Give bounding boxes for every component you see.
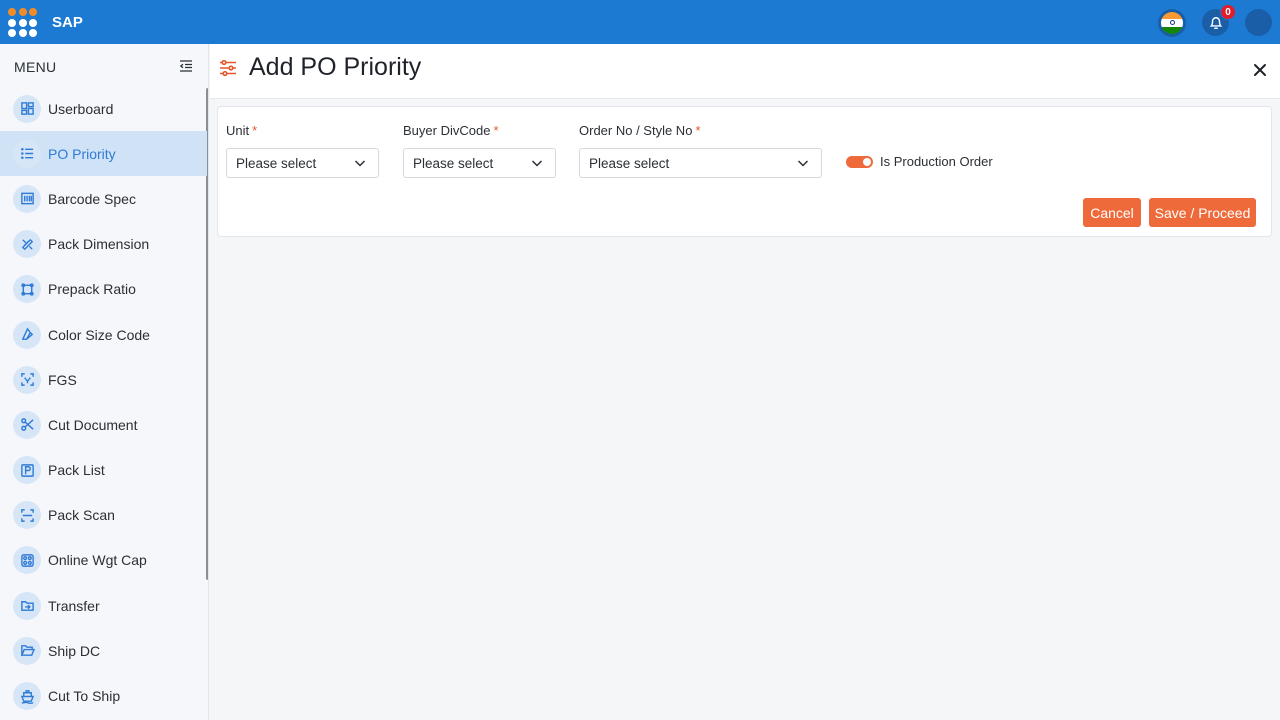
required-mark: * xyxy=(695,123,701,138)
sidebar-item-pack-dimension[interactable]: Pack Dimension xyxy=(0,222,207,267)
bell-icon xyxy=(1209,16,1222,29)
buyer-divcode-select-value: Please select xyxy=(413,155,494,171)
sidebar-item-pack-list[interactable]: Pack List xyxy=(0,448,207,493)
sidebar-item-color-size-code[interactable]: Color Size Code xyxy=(0,312,207,357)
close-icon xyxy=(1254,64,1266,76)
required-mark: * xyxy=(252,123,258,138)
production-order-toggle-group: Is Production Order xyxy=(846,154,993,169)
unit-select[interactable]: Please select xyxy=(226,148,379,178)
dashboard-icon xyxy=(13,94,41,123)
list-icon xyxy=(13,139,41,168)
sidebar-item-prepack-ratio[interactable]: Prepack Ratio xyxy=(0,267,207,312)
production-order-label: Is Production Order xyxy=(880,154,993,169)
scissors-icon xyxy=(13,410,41,439)
sidebar-item-label: Pack List xyxy=(48,462,105,479)
scan-icon xyxy=(13,365,41,394)
user-avatar[interactable] xyxy=(1245,9,1272,36)
chevron-down-icon xyxy=(797,160,809,167)
sidebar-item-label: Cut Document xyxy=(48,416,138,433)
sidebar-item-userboard[interactable]: Userboard xyxy=(0,86,207,131)
sidebar-item-label: Ship DC xyxy=(48,642,101,659)
sidebar-item-label: FGS xyxy=(48,371,77,388)
buyer-divcode-select[interactable]: Please select xyxy=(403,148,556,178)
sidebar-item-label: Barcode Spec xyxy=(48,190,136,207)
unit-label: Unit xyxy=(226,123,250,138)
required-mark: * xyxy=(493,123,499,138)
parking-icon xyxy=(13,456,41,485)
barcode-icon xyxy=(13,184,41,213)
order-style-select[interactable]: Please select xyxy=(579,148,822,178)
order-style-select-value: Please select xyxy=(589,155,670,171)
sliders-icon xyxy=(220,59,236,77)
ship-icon xyxy=(13,682,41,711)
sidebar-item-label: PO Priority xyxy=(48,145,116,162)
chevron-down-icon xyxy=(354,160,366,167)
sidebar-item-pack-scan[interactable]: Pack Scan xyxy=(0,493,207,538)
sidebar-nav: Userboard PO Priority Barcode Spec Pack … xyxy=(0,86,207,719)
po-priority-form: Unit * Please select Buyer DivCode * Pleas… xyxy=(217,106,1272,237)
app-launcher-icon[interactable] xyxy=(8,8,37,37)
unit-field: Unit * Please select xyxy=(226,123,379,178)
frame-icon xyxy=(13,275,41,304)
language-flag-icon[interactable] xyxy=(1158,9,1186,37)
sidebar-item-cut-to-ship[interactable]: Cut To Ship xyxy=(0,673,207,718)
sidebar-item-label: Online Wgt Cap xyxy=(48,552,147,569)
buyer-divcode-label: Buyer DivCode xyxy=(403,123,491,138)
weight-icon xyxy=(13,546,41,575)
sidebar-item-label: Transfer xyxy=(48,597,100,614)
sidebar-item-fgs[interactable]: FGS xyxy=(0,357,207,402)
page-header: Add PO Priority xyxy=(210,44,1280,99)
sidebar-item-label: Userboard xyxy=(48,100,114,117)
palette-icon xyxy=(13,320,41,349)
buyer-divcode-field: Buyer DivCode * Please select xyxy=(403,123,556,178)
close-button[interactable] xyxy=(1250,60,1270,80)
collapse-menu-icon[interactable] xyxy=(178,58,194,74)
sidebar-item-label: Pack Dimension xyxy=(48,236,150,253)
top-bar: SAP 0 xyxy=(0,0,1280,44)
sidebar-item-online-wgt-cap[interactable]: Online Wgt Cap xyxy=(0,538,207,583)
sidebar-item-label: Color Size Code xyxy=(48,326,150,343)
order-style-field: Order No / Style No * Please select xyxy=(579,123,822,178)
scan-frame-icon xyxy=(13,501,41,530)
sidebar-item-cut-document[interactable]: Cut Document xyxy=(0,402,207,447)
sidebar-item-label: Prepack Ratio xyxy=(48,281,136,298)
sidebar-item-label: Cut To Ship xyxy=(48,688,121,705)
production-order-toggle[interactable] xyxy=(846,155,873,168)
sidebar-item-barcode-spec[interactable]: Barcode Spec xyxy=(0,176,207,221)
ruler-icon xyxy=(13,230,41,259)
page-title: Add PO Priority xyxy=(249,53,422,81)
chevron-down-icon xyxy=(531,160,543,167)
folder-open-icon xyxy=(13,636,41,665)
transfer-icon xyxy=(13,591,41,620)
brand-name: SAP xyxy=(52,14,83,31)
sidebar-item-po-priority[interactable]: PO Priority xyxy=(0,131,207,177)
cancel-button[interactable]: Cancel xyxy=(1083,198,1141,227)
notification-badge: 0 xyxy=(1220,4,1236,20)
main-content: Add PO Priority Unit * Please select Buye… xyxy=(210,44,1280,720)
order-style-label: Order No / Style No xyxy=(579,123,693,138)
unit-select-value: Please select xyxy=(236,155,317,171)
menu-heading: MENU xyxy=(14,59,57,75)
sidebar-item-ship-dc[interactable]: Ship DC xyxy=(0,628,207,673)
sidebar: MENU Userboard PO Priority Barcode Spec … xyxy=(0,44,209,720)
sidebar-item-transfer[interactable]: Transfer xyxy=(0,583,207,628)
sidebar-item-label: Pack Scan xyxy=(48,507,115,524)
save-proceed-button[interactable]: Save / Proceed xyxy=(1149,198,1256,227)
